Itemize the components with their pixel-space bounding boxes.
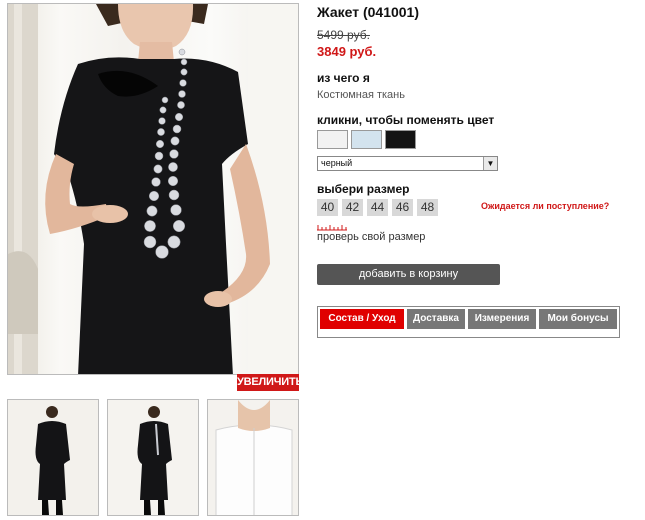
size-option[interactable]: 42 (342, 199, 363, 216)
color-heading: кликни, чтобы поменять цвет (317, 113, 495, 127)
color-swatch-white[interactable] (317, 130, 348, 149)
tab-composition-care[interactable]: Состав / Уход (320, 309, 404, 329)
thumbnail-front-alt[interactable] (107, 399, 199, 516)
thumbnail-image (108, 400, 198, 515)
model-illustration (8, 4, 298, 374)
color-swatch-light-blue[interactable] (351, 130, 382, 149)
info-tabs: Состав / Уход Доставка Измерения Мои бон… (317, 306, 620, 338)
material-heading: из чего я (317, 71, 370, 85)
ruler-icon (317, 225, 347, 231)
thumbnail-back-detail[interactable] (207, 399, 299, 516)
color-select[interactable]: черный ▼ (317, 156, 498, 171)
zoom-button[interactable]: УВЕЛИЧИТЬ (237, 374, 303, 391)
availability-link[interactable]: Ожидается ли поступление? (481, 201, 609, 211)
color-swatch-black[interactable] (385, 130, 416, 149)
tab-my-bonuses[interactable]: Мои бонусы (539, 309, 617, 329)
chevron-down-icon[interactable]: ▼ (483, 157, 497, 170)
main-product-photo[interactable] (7, 3, 299, 375)
sale-price: 3849 руб. (317, 44, 377, 59)
size-option[interactable]: 40 (317, 199, 338, 216)
product-title: Жакет (041001) (317, 4, 420, 20)
size-option[interactable]: 44 (367, 199, 388, 216)
size-option[interactable]: 46 (392, 199, 413, 216)
material-value: Костюмная ткань (317, 89, 405, 101)
check-size-link[interactable]: проверь свой размер (317, 231, 425, 243)
thumbnail-image (8, 400, 98, 515)
thumbnail-front[interactable] (7, 399, 99, 516)
size-option[interactable]: 48 (417, 199, 438, 216)
old-price: 5499 руб. (317, 28, 370, 42)
color-select-value: черный (321, 158, 353, 168)
tab-measurements[interactable]: Измерения (468, 309, 536, 329)
add-to-cart-button[interactable]: добавить в корзину (317, 264, 500, 285)
size-heading: выбери размер (317, 182, 410, 196)
thumbnail-image (208, 400, 298, 515)
tab-delivery[interactable]: Доставка (407, 309, 465, 329)
